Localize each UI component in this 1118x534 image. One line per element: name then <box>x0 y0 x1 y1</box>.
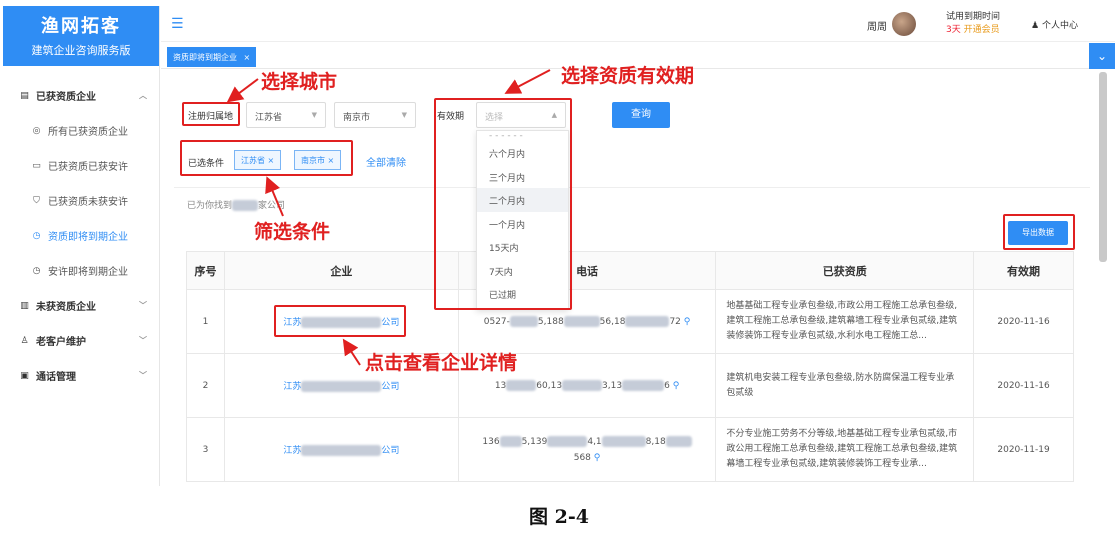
arrow-to-validity <box>504 69 551 94</box>
arrow-to-company <box>342 338 361 366</box>
annotation-arrows <box>226 69 551 366</box>
arrow-to-filters <box>265 176 284 217</box>
arrow-to-region <box>226 78 259 103</box>
figure-caption: 图 2-4 <box>529 506 589 528</box>
